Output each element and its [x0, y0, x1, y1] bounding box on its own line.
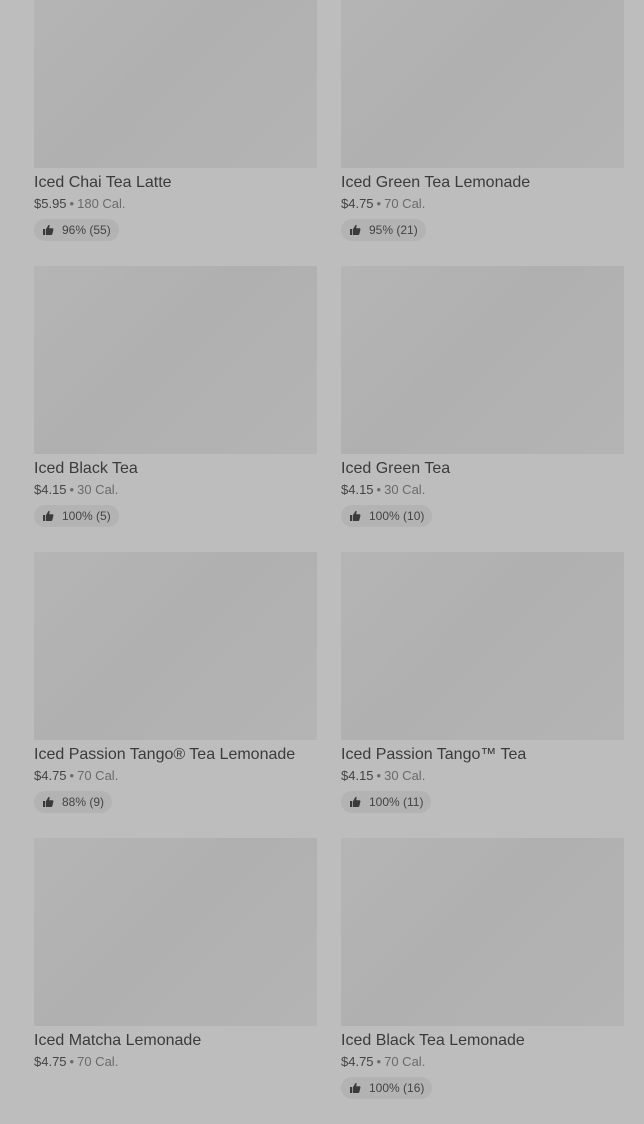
- rating-text: 100% (11): [369, 795, 424, 809]
- item-calories: 30 Cal.: [77, 482, 119, 497]
- item-calories: 70 Cal.: [77, 1054, 119, 1069]
- item-image[interactable]: [341, 552, 624, 740]
- rating-badge: 96% (55): [34, 219, 119, 241]
- item-price: $4.15: [341, 482, 374, 497]
- item-image[interactable]: [34, 0, 317, 168]
- item-calories: 70 Cal.: [77, 768, 119, 783]
- rating-badge: 100% (11): [341, 791, 432, 813]
- rating-badge: 95% (21): [341, 219, 426, 241]
- meta-separator: •: [376, 768, 382, 783]
- item-meta: $4.15 • 30 Cal.: [341, 768, 624, 784]
- item-price: $4.75: [341, 1054, 374, 1069]
- meta-separator: •: [69, 482, 75, 497]
- rating-text: 100% (16): [369, 1081, 425, 1095]
- rating-badge: 100% (16): [341, 1077, 433, 1099]
- item-meta: $4.75 • 70 Cal.: [341, 1054, 624, 1070]
- thumbs-up-icon: [349, 224, 361, 236]
- menu-item-card[interactable]: Iced Matcha Lemonade $4.75 • 70 Cal.: [34, 838, 317, 1124]
- item-title[interactable]: Iced Green Tea Lemonade: [341, 173, 624, 193]
- thumbs-up-icon: [349, 796, 361, 808]
- meta-separator: •: [69, 196, 75, 211]
- meta-separator: •: [376, 1054, 382, 1069]
- rating-text: 100% (5): [62, 509, 111, 523]
- item-meta: $4.75 • 70 Cal.: [341, 196, 624, 212]
- item-image[interactable]: [341, 266, 624, 454]
- item-image[interactable]: [34, 838, 317, 1026]
- item-calories: 30 Cal.: [384, 768, 426, 783]
- menu-item-card[interactable]: Iced Black Tea $4.15 • 30 Cal. 100% (5): [34, 266, 317, 552]
- menu-item-card[interactable]: Iced Passion Tango™ Tea $4.15 • 30 Cal. 10…: [341, 552, 624, 838]
- item-calories: 70 Cal.: [384, 1054, 426, 1069]
- rating-text: 100% (10): [369, 509, 425, 523]
- meta-separator: •: [69, 768, 75, 783]
- menu-item-card[interactable]: Iced Passion Tango® Tea Lemonade $4.75 • 7…: [34, 552, 317, 838]
- item-title[interactable]: Iced Chai Tea Latte: [34, 173, 317, 193]
- item-meta: $5.95 • 180 Cal.: [34, 196, 317, 212]
- meta-separator: •: [69, 1054, 75, 1069]
- menu-item-card[interactable]: Iced Chai Tea Latte $5.95 • 180 Cal. 96% (…: [34, 0, 317, 266]
- item-title[interactable]: Iced Black Tea: [34, 459, 317, 479]
- item-image[interactable]: [34, 552, 317, 740]
- rating-badge: 100% (5): [34, 505, 119, 527]
- item-calories: 30 Cal.: [384, 482, 426, 497]
- item-price: $5.95: [34, 196, 67, 211]
- item-title[interactable]: Iced Passion Tango™ Tea: [341, 745, 624, 765]
- item-meta: $4.15 • 30 Cal.: [341, 482, 624, 498]
- item-price: $4.75: [34, 1054, 67, 1069]
- item-price: $4.15: [34, 482, 67, 497]
- item-calories: 180 Cal.: [77, 196, 126, 211]
- item-price: $4.15: [341, 768, 374, 783]
- item-title[interactable]: Iced Passion Tango® Tea Lemonade: [34, 745, 317, 765]
- item-meta: $4.75 • 70 Cal.: [34, 1054, 317, 1070]
- rating-badge: 88% (9): [34, 791, 113, 813]
- item-title[interactable]: Iced Black Tea Lemonade: [341, 1031, 624, 1051]
- item-image[interactable]: [341, 0, 624, 168]
- item-meta: $4.15 • 30 Cal.: [34, 482, 317, 498]
- item-image[interactable]: [34, 266, 317, 454]
- meta-separator: •: [376, 196, 382, 211]
- menu-item-card[interactable]: Iced Green Tea Lemonade $4.75 • 70 Cal. 95…: [341, 0, 624, 266]
- menu-item-grid: Iced Chai Tea Latte $5.95 • 180 Cal. 96% (…: [34, 0, 624, 1124]
- item-price: $4.75: [341, 196, 374, 211]
- menu-item-card[interactable]: Iced Green Tea $4.15 • 30 Cal. 100% (10): [341, 266, 624, 552]
- item-calories: 70 Cal.: [384, 196, 426, 211]
- item-title[interactable]: Iced Green Tea: [341, 459, 624, 479]
- thumbs-up-icon: [42, 796, 54, 808]
- item-image[interactable]: [341, 838, 624, 1026]
- rating-text: 96% (55): [62, 223, 111, 237]
- meta-separator: •: [376, 482, 382, 497]
- rating-text: 95% (21): [369, 223, 418, 237]
- item-price: $4.75: [34, 768, 67, 783]
- menu-item-card[interactable]: Iced Black Tea Lemonade $4.75 • 70 Cal. 10…: [341, 838, 624, 1124]
- rating-text: 88% (9): [62, 795, 105, 809]
- rating-badge: 100% (10): [341, 505, 433, 527]
- thumbs-up-icon: [42, 510, 54, 522]
- thumbs-up-icon: [349, 510, 361, 522]
- item-meta: $4.75 • 70 Cal.: [34, 768, 317, 784]
- item-title[interactable]: Iced Matcha Lemonade: [34, 1031, 317, 1051]
- thumbs-up-icon: [349, 1082, 361, 1094]
- thumbs-up-icon: [42, 224, 54, 236]
